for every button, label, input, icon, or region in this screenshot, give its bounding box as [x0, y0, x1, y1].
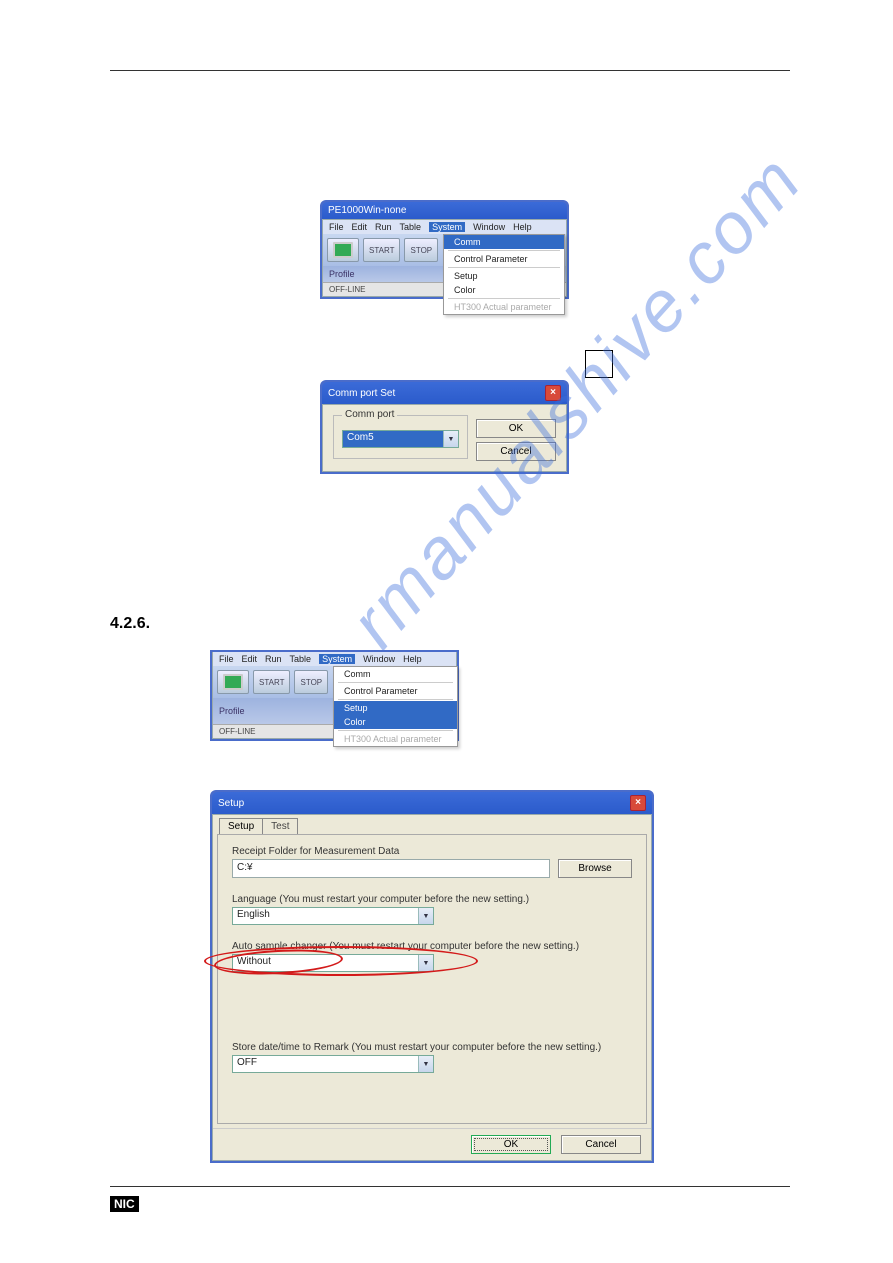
- receipt-folder-label: Receipt Folder for Measurement Data: [232, 846, 632, 857]
- menu-window[interactable]: Window: [473, 222, 505, 232]
- window-pe1000win-title: PE1000Win-none: [328, 205, 406, 216]
- menu-window-b[interactable]: Window: [363, 654, 395, 664]
- language-value: English: [233, 908, 418, 924]
- browse-button[interactable]: Browse: [558, 859, 632, 878]
- ok-button[interactable]: OK: [476, 419, 556, 438]
- menu-help[interactable]: Help: [513, 222, 532, 232]
- menu-run-b[interactable]: Run: [265, 654, 282, 664]
- menu-item-color[interactable]: Color: [444, 283, 564, 297]
- start-button[interactable]: START: [363, 238, 400, 262]
- system-menu-dropdown-a[interactable]: Comm Control Parameter Setup Color HT300…: [443, 234, 565, 315]
- menu-item-ht300-b: HT300 Actual parameter: [334, 732, 457, 746]
- close-icon-setup[interactable]: ×: [630, 795, 646, 811]
- setup-cancel-button[interactable]: Cancel: [561, 1135, 641, 1154]
- menu-edit-b[interactable]: Edit: [242, 654, 258, 664]
- menu-item-color-b[interactable]: Color: [334, 715, 457, 729]
- comm-port-select[interactable]: Com5 ▼: [342, 430, 459, 448]
- nic-badge: NIC: [110, 1196, 139, 1212]
- menu-edit[interactable]: Edit: [352, 222, 368, 232]
- menu-table-b[interactable]: Table: [290, 654, 312, 664]
- chevron-down-icon-store[interactable]: ▼: [418, 1056, 433, 1072]
- dialog-setup-titlebar: Setup ×: [212, 792, 652, 814]
- setup-ok-button[interactable]: OK: [471, 1135, 551, 1154]
- menu-item-control-parameter-b[interactable]: Control Parameter: [334, 684, 457, 698]
- profile-label-b: Profile: [219, 706, 245, 716]
- tab-test[interactable]: Test: [262, 818, 298, 834]
- stop-button[interactable]: STOP: [404, 238, 438, 262]
- menu-table[interactable]: Table: [400, 222, 422, 232]
- window-b: File Edit Run Table System Window Help S…: [210, 650, 459, 741]
- top-rule: [110, 70, 790, 71]
- page-footer: NIC: [110, 1186, 790, 1213]
- window-pe1000win: PE1000Win-none File Edit Run Table Syste…: [320, 200, 569, 299]
- stop-button-b[interactable]: STOP: [294, 670, 328, 694]
- menu-run[interactable]: Run: [375, 222, 392, 232]
- setup-tabs[interactable]: Setup Test: [213, 815, 651, 834]
- highlight-oval-large: [204, 946, 478, 976]
- comm-group-label: Comm port: [342, 409, 397, 420]
- tab-setup[interactable]: Setup: [219, 818, 263, 834]
- menu-system-b[interactable]: System: [319, 654, 355, 664]
- cancel-button[interactable]: Cancel: [476, 442, 556, 461]
- menu-item-control-parameter[interactable]: Control Parameter: [444, 252, 564, 266]
- dialog-comm-titlebar: Comm port Set ×: [322, 382, 567, 404]
- close-icon[interactable]: ×: [545, 385, 561, 401]
- dialog-setup-title: Setup: [218, 798, 244, 809]
- language-label: Language (You must restart your computer…: [232, 894, 632, 905]
- menu-file[interactable]: File: [329, 222, 344, 232]
- menubar-b[interactable]: File Edit Run Table System Window Help: [213, 652, 456, 666]
- dialog-comm-port-set: Comm port Set × Comm port Com5 ▼ OK Canc…: [320, 380, 569, 474]
- language-select[interactable]: English ▼: [232, 907, 434, 925]
- comm-port-value: Com5: [343, 431, 443, 447]
- system-menu-dropdown-b[interactable]: Comm Control Parameter Setup Color HT300…: [333, 666, 458, 747]
- menu-item-comm-b[interactable]: Comm: [334, 667, 457, 681]
- screen-icon-b[interactable]: [217, 670, 249, 694]
- dialog-setup: Setup × Setup Test Receipt Folder for Me…: [210, 790, 654, 1163]
- menu-item-setup[interactable]: Setup: [444, 269, 564, 283]
- store-value: OFF: [233, 1056, 418, 1072]
- bottom-rule: [110, 1186, 790, 1187]
- menu-item-setup-b[interactable]: Setup: [334, 701, 457, 715]
- start-button-b[interactable]: START: [253, 670, 290, 694]
- menubar-a[interactable]: File Edit Run Table System Window Help: [323, 220, 566, 234]
- section-number: 4.2.6.: [110, 615, 150, 633]
- receipt-folder-input[interactable]: C:¥: [232, 859, 550, 878]
- empty-box: [585, 350, 613, 378]
- dialog-comm-title: Comm port Set: [328, 388, 395, 399]
- window-pe1000win-titlebar: PE1000Win-none: [322, 202, 567, 219]
- menu-item-ht300: HT300 Actual parameter: [444, 300, 564, 314]
- menu-help-b[interactable]: Help: [403, 654, 422, 664]
- store-datetime-select[interactable]: OFF ▼: [232, 1055, 434, 1073]
- profile-label-a: Profile: [329, 269, 355, 279]
- chevron-down-icon[interactable]: ▼: [443, 431, 458, 447]
- menu-item-comm[interactable]: Comm: [444, 235, 564, 249]
- chevron-down-icon-lang[interactable]: ▼: [418, 908, 433, 924]
- screen-icon[interactable]: [327, 238, 359, 262]
- store-label: Store date/time to Remark (You must rest…: [232, 1042, 632, 1053]
- menu-file-b[interactable]: File: [219, 654, 234, 664]
- menu-system[interactable]: System: [429, 222, 465, 232]
